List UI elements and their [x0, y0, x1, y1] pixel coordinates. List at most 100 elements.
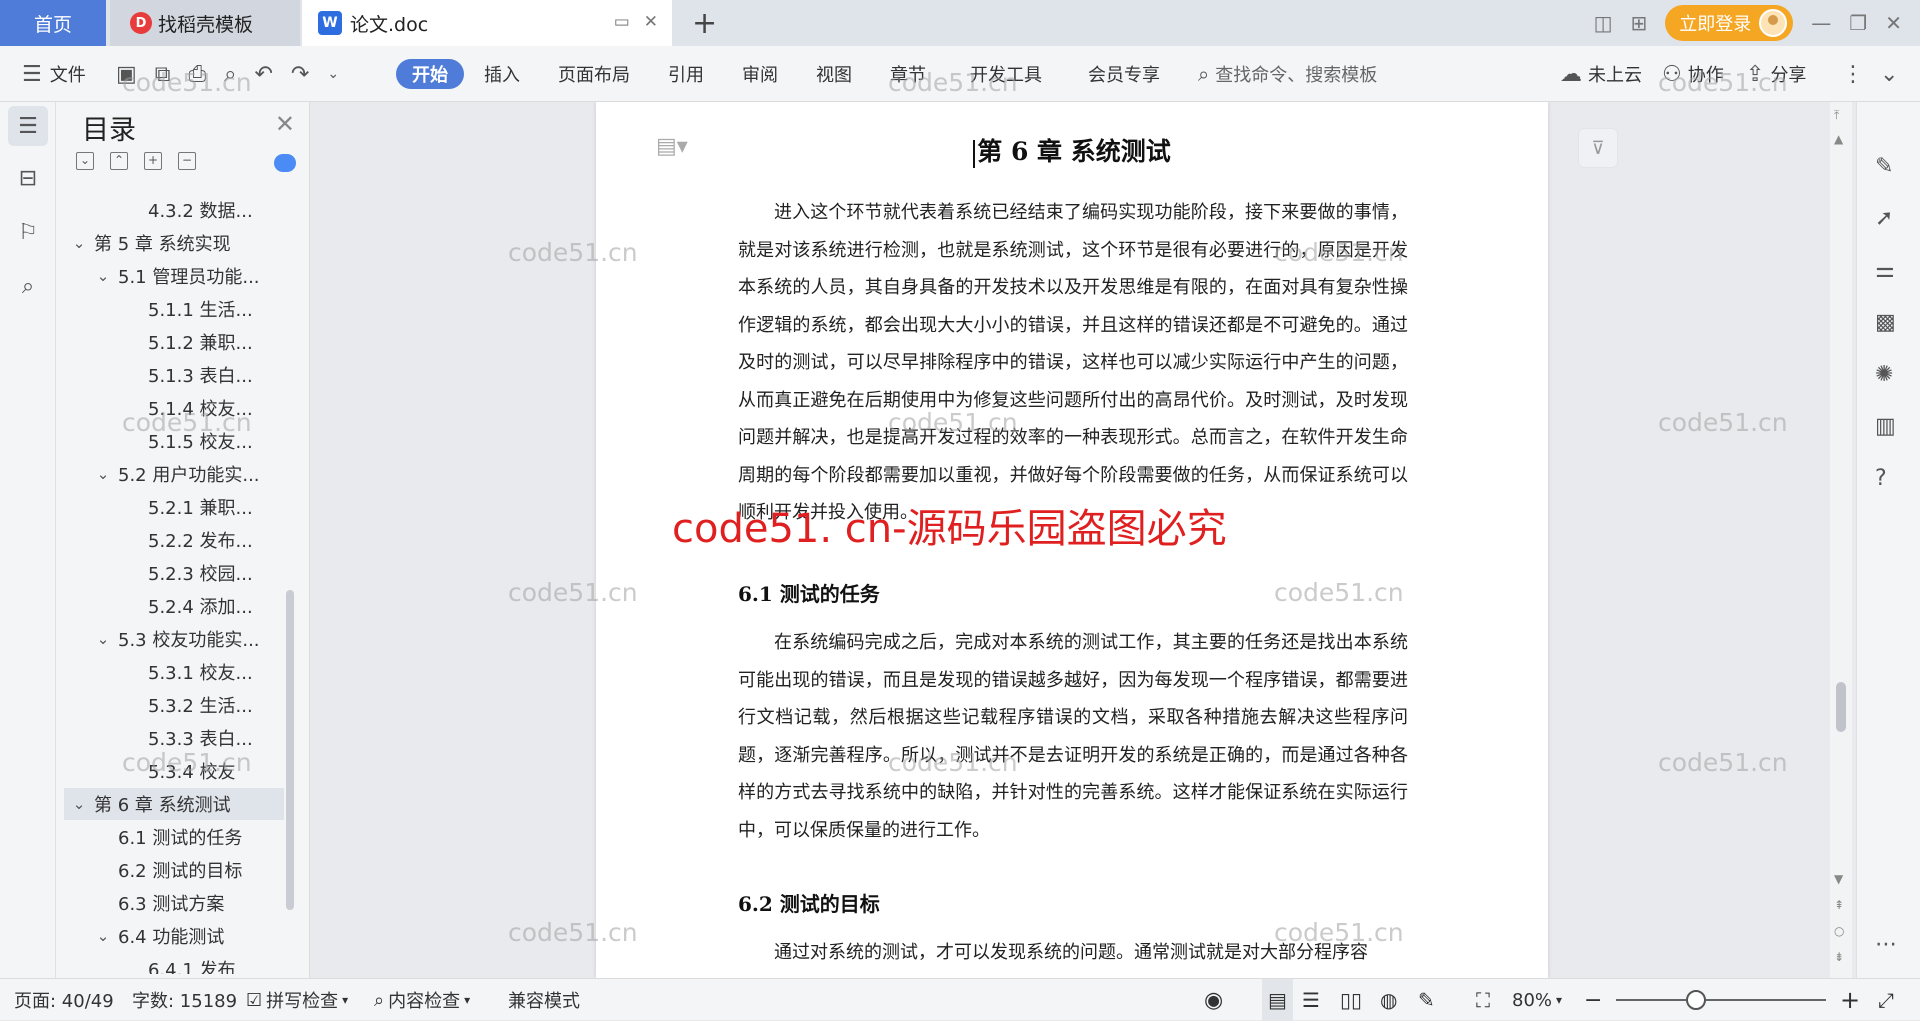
toc-sync-icon[interactable]	[274, 154, 296, 172]
help-icon[interactable]: ?	[1875, 466, 1887, 491]
chevron-down-icon[interactable]: ⌄	[94, 465, 112, 483]
write-mode-icon[interactable]: ✎	[1418, 979, 1435, 1021]
toc-item[interactable]: 5.3.3 表白...	[64, 722, 284, 754]
vertical-scrollbar[interactable]: ⤒ ▲ ▼ ⇞ ○ ⇟	[1830, 102, 1852, 978]
page-view-icon[interactable]: ▤	[1262, 979, 1293, 1021]
minimize-icon[interactable]: —	[1811, 11, 1831, 35]
more-options-icon[interactable]: ⋮	[1842, 46, 1864, 102]
scroll-thumb[interactable]	[1836, 682, 1846, 732]
toc-icon[interactable]: ☰	[8, 106, 48, 146]
zoom-slider[interactable]	[1616, 999, 1826, 1001]
tab-templates[interactable]: D 找稻壳模板	[110, 0, 300, 46]
select-cursor-icon[interactable]: ➚	[1875, 206, 1893, 231]
pen-icon[interactable]: ✎	[1875, 154, 1893, 179]
chevron-down-icon[interactable]: ⌄	[94, 927, 112, 945]
collapse-all-icon[interactable]: ⌃	[110, 152, 128, 170]
tab-document[interactable]: W 论文.doc ▭ ✕	[302, 0, 672, 46]
toc-item[interactable]: 5.1.3 表白...	[64, 359, 284, 391]
ribbon-tab-review[interactable]: 审阅	[742, 46, 778, 102]
command-search[interactable]: ⌕ 查找命令、搜索模板	[1198, 46, 1377, 102]
chevron-down-icon[interactable]: ⌄	[94, 267, 112, 285]
toc-item[interactable]: 5.2.3 校园...	[64, 557, 284, 589]
page-count[interactable]: 页面: 40/49	[14, 979, 114, 1021]
ribbon-tab-view[interactable]: 视图	[816, 46, 852, 102]
toc-item[interactable]: ⌄ 5.3 校友功能实...	[64, 623, 284, 655]
zoom-level[interactable]: 80% ▾	[1512, 979, 1562, 1021]
ribbon-tab-chapter[interactable]: 章节	[890, 46, 926, 102]
toc-item[interactable]: 5.1.1 生活...	[64, 293, 284, 325]
toc-scrollbar[interactable]	[286, 590, 294, 910]
toc-item[interactable]: 5.1.4 校友...	[64, 392, 284, 424]
zoom-out-icon[interactable]: −	[1584, 979, 1602, 1021]
toc-item[interactable]: 6.1 测试的任务	[64, 821, 284, 853]
zoom-slider-handle[interactable]	[1686, 990, 1706, 1010]
fit-page-icon[interactable]: ⛶	[1476, 979, 1490, 1021]
toc-item[interactable]: ⌄ 5.1 管理员功能...	[64, 260, 284, 292]
chevron-down-icon[interactable]: ⌄	[94, 630, 112, 648]
restore-icon[interactable]: ❐	[1849, 11, 1867, 35]
cloud-status-button[interactable]: ☁ 未上云	[1560, 46, 1642, 102]
toc-item[interactable]: 6.3 测试方案	[64, 887, 284, 919]
reading-icon[interactable]: ▥	[1875, 414, 1896, 439]
toc-item[interactable]: 5.2.4 添加...	[64, 590, 284, 622]
toc-item[interactable]: 5.3.4 校友	[64, 755, 284, 787]
eye-protection-icon[interactable]: ◉	[1204, 979, 1223, 1021]
redo-icon[interactable]: ↷	[291, 62, 309, 87]
toc-item[interactable]: ⌄ 第 6 章 系统测试	[64, 788, 284, 820]
more-tools-icon[interactable]: ⋯	[1875, 932, 1897, 957]
next-page-icon[interactable]: ⇟	[1834, 950, 1844, 964]
chapter-nav-icon[interactable]: ⊟	[8, 158, 48, 198]
new-tab-button[interactable]: +	[692, 6, 717, 41]
zoom-in-icon[interactable]: +	[1840, 979, 1860, 1021]
scroll-down-icon[interactable]: ▼	[1834, 872, 1843, 886]
toc-item[interactable]: ⌄ 5.2 用户功能实...	[64, 458, 284, 490]
fullscreen-icon[interactable]: ⤢	[1878, 979, 1894, 1021]
ai-icon[interactable]: ✺	[1875, 362, 1893, 387]
ribbon-tab-developer[interactable]: 开发工具	[970, 46, 1042, 102]
spellcheck-button[interactable]: ☑ 拼写检查 ▾	[246, 979, 348, 1021]
save-icon[interactable]: ▣	[116, 62, 137, 87]
more-chevron-icon[interactable]: ⌄	[327, 66, 339, 82]
filter-icon[interactable]: ⊽	[1578, 128, 1618, 168]
toc-item[interactable]: 5.2.1 兼职...	[64, 491, 284, 523]
layout-toggle-icon[interactable]: ◫	[1594, 11, 1613, 35]
toc-item[interactable]: 6.4.1 发布	[64, 953, 284, 974]
toc-item[interactable]: 5.1.2 兼职...	[64, 326, 284, 358]
scroll-top-icon[interactable]: ⤒	[1834, 108, 1839, 123]
toc-item[interactable]: 6.2 测试的目标	[64, 854, 284, 886]
toc-item[interactable]: 5.2.2 发布...	[64, 524, 284, 556]
select-object-icon[interactable]: ○	[1834, 924, 1844, 938]
image-tool-icon[interactable]: ▩	[1875, 310, 1896, 335]
scroll-up-icon[interactable]: ▲	[1834, 132, 1843, 146]
close-window-icon[interactable]: ✕	[1885, 11, 1902, 35]
expand-all-icon[interactable]: ⌄	[76, 152, 94, 170]
print-icon[interactable]: ⎙	[189, 62, 207, 87]
share-button[interactable]: ⇪ 分享	[1746, 46, 1806, 102]
toc-item[interactable]: 5.1.5 校友...	[64, 425, 284, 457]
chevron-down-icon[interactable]: ⌄	[70, 234, 88, 252]
word-count[interactable]: 字数: 15189	[132, 979, 237, 1021]
find-icon[interactable]: ⌕	[8, 266, 48, 306]
toc-item[interactable]: ⌄ 6.4 功能测试	[64, 920, 284, 952]
content-check-button[interactable]: ⌕ 内容检查 ▾	[374, 979, 470, 1021]
tab-home[interactable]: 首页	[0, 0, 106, 46]
toc-item[interactable]: ⌄ 第 5 章 系统实现	[64, 227, 284, 259]
undo-icon[interactable]: ↶	[254, 62, 272, 87]
chevron-down-icon[interactable]: ⌄	[70, 795, 88, 813]
toc-item[interactable]: 5.3.1 校友...	[64, 656, 284, 688]
login-button[interactable]: 立即登录	[1665, 5, 1794, 41]
add-heading-icon[interactable]: +	[144, 152, 162, 170]
ribbon-tab-references[interactable]: 引用	[668, 46, 704, 102]
close-tab-icon[interactable]: ✕	[644, 12, 658, 32]
remove-heading-icon[interactable]: −	[178, 152, 196, 170]
toc-item[interactable]: 5.3.2 生活...	[64, 689, 284, 721]
ribbon-tab-insert[interactable]: 插入	[484, 46, 520, 102]
apps-grid-icon[interactable]: ⊞	[1631, 11, 1648, 35]
export-pdf-icon[interactable]: ⧉	[155, 62, 171, 87]
outline-view-icon[interactable]: ☰	[1302, 979, 1320, 1021]
reading-view-icon[interactable]: ▯▯	[1340, 979, 1362, 1021]
web-view-icon[interactable]: ◍	[1380, 979, 1397, 1021]
adjust-icon[interactable]: ⚌	[1875, 258, 1895, 283]
ribbon-tab-home[interactable]: 开始	[396, 59, 464, 89]
monitor-icon[interactable]: ▭	[614, 12, 630, 32]
